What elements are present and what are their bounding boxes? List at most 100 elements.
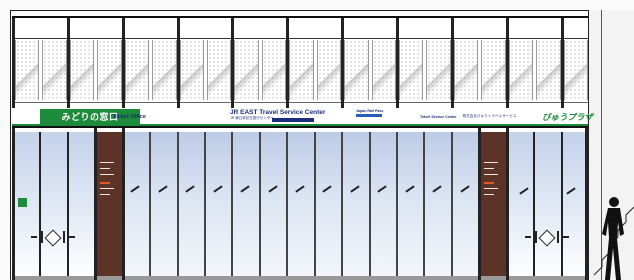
poster-text-line bbox=[484, 168, 495, 170]
jr-east-subtitle: JR 東日本訪日旅行センター bbox=[230, 116, 274, 120]
upper-glass-pane bbox=[261, 40, 287, 100]
left-door-hardware-handle bbox=[63, 231, 66, 243]
jr-east-title: JR EAST Travel Service Center bbox=[230, 109, 326, 116]
floor-line bbox=[12, 276, 588, 280]
travel-service-text: Travel Service Center bbox=[420, 114, 457, 119]
upper-glass-pane bbox=[42, 40, 67, 100]
upper-glass-pane bbox=[508, 40, 534, 100]
poster-text-line bbox=[100, 162, 115, 164]
storefront-glass-pane bbox=[451, 132, 480, 280]
upper-mullion bbox=[231, 18, 235, 108]
left-door-hardware-handle bbox=[41, 231, 44, 243]
view-plaza-sign: びゅうプラザ bbox=[542, 109, 594, 124]
jr-pass-bar bbox=[356, 114, 382, 117]
person-silhouette bbox=[602, 197, 624, 280]
storefront-glass-pane bbox=[397, 132, 425, 280]
upper-glass-pane bbox=[124, 40, 150, 100]
upper-glass-pane bbox=[371, 40, 396, 100]
upper-glass-pane bbox=[234, 40, 259, 100]
storefront-glass-pane bbox=[122, 132, 151, 280]
right-door-hardware-knob bbox=[562, 236, 569, 238]
left-door-hardware-knob bbox=[31, 236, 38, 238]
roof-frame bbox=[0, 0, 634, 11]
upper-glass-pane bbox=[563, 40, 588, 100]
ticket-office-text: Ticket Office bbox=[113, 113, 146, 120]
poster-text-line bbox=[100, 188, 115, 190]
upper-glass-pane bbox=[207, 40, 232, 100]
poster-text-line bbox=[484, 182, 495, 184]
upper-glass-pane bbox=[152, 40, 177, 100]
storefront-glass-pane bbox=[369, 132, 397, 280]
green-stripe bbox=[12, 124, 588, 126]
storefront-glass-pane bbox=[424, 132, 452, 280]
green-window-sign bbox=[18, 198, 27, 207]
poster-text-line bbox=[484, 162, 499, 164]
midori-sign-text: みどりの窓口 bbox=[61, 112, 119, 122]
upper-glass-pane bbox=[316, 40, 342, 100]
upper-glass-pane bbox=[289, 40, 314, 100]
station-facade-elevation: みどりの窓口 Ticket Office JR EAST Travel Serv… bbox=[0, 0, 634, 280]
jr-east-bar bbox=[272, 118, 314, 122]
upper-mullion bbox=[505, 18, 509, 108]
upper-glass-pane bbox=[179, 40, 204, 100]
upper-mullion bbox=[121, 18, 125, 108]
ticket-office-sign: Ticket Office bbox=[113, 109, 173, 124]
storefront-glass-pane bbox=[314, 132, 343, 280]
poster-text-line bbox=[100, 168, 111, 170]
storefront-glass-pane bbox=[259, 132, 288, 280]
storefront-column bbox=[478, 128, 482, 280]
upper-glass-pane bbox=[481, 40, 506, 100]
upper-mullion bbox=[176, 18, 180, 108]
storefront-column bbox=[94, 128, 98, 280]
upper-glass-pane bbox=[97, 40, 122, 100]
poster-panel bbox=[479, 132, 507, 280]
right-door-hardware-handle bbox=[534, 231, 537, 243]
glass-door bbox=[534, 132, 562, 280]
lower-storefront bbox=[12, 128, 589, 280]
upper-mullion bbox=[286, 18, 290, 108]
poster-text-line bbox=[100, 182, 111, 184]
upper-mullion bbox=[12, 18, 15, 108]
upper-glass-pane bbox=[426, 40, 451, 100]
left-wall-edge bbox=[0, 10, 11, 280]
upper-glass-pane bbox=[536, 40, 561, 100]
storefront-glass-pane bbox=[205, 132, 233, 280]
right-door-hardware-handle bbox=[556, 231, 559, 243]
upper-mullion bbox=[560, 18, 564, 108]
poster-panel bbox=[95, 132, 123, 280]
jr-east-travel-center-sign: JR EAST Travel Service Center JR 東日本訪日旅行… bbox=[230, 109, 348, 124]
travel-service-jp-text: 株式会社びゅうトラベルサービス bbox=[462, 114, 517, 118]
storefront-column bbox=[585, 128, 588, 280]
storefront-glass-pane bbox=[232, 132, 260, 280]
japan-rail-pass-sign: Japan Rail Pass bbox=[356, 109, 402, 124]
upper-glass-pane bbox=[344, 40, 369, 100]
glass-door bbox=[506, 132, 535, 280]
poster-text-line bbox=[100, 174, 115, 176]
upper-mullion bbox=[396, 18, 399, 108]
upper-mullion bbox=[341, 18, 345, 108]
storefront-column bbox=[12, 128, 15, 280]
glass-door bbox=[40, 132, 68, 280]
storefront-column bbox=[121, 128, 125, 280]
upper-transom bbox=[12, 38, 588, 39]
glass-door bbox=[67, 132, 96, 280]
signage-band: みどりの窓口 Ticket Office JR EAST Travel Serv… bbox=[12, 108, 593, 128]
travel-service-center-sign: Travel Service Center 株式会社びゅうトラベルサービス bbox=[420, 109, 530, 124]
storefront-glass-pane bbox=[287, 132, 315, 280]
storefront-glass-pane bbox=[177, 132, 205, 280]
poster-text-line bbox=[484, 194, 495, 196]
upper-glass-pane bbox=[15, 40, 40, 100]
storefront-glass-pane bbox=[342, 132, 370, 280]
upper-glass-pane bbox=[69, 40, 95, 100]
upper-glass-pane bbox=[399, 40, 424, 100]
poster-text-line bbox=[484, 174, 499, 176]
view-plaza-text: びゅうプラザ bbox=[542, 111, 593, 122]
right-door-hardware-knob bbox=[524, 236, 531, 238]
storefront-glass-pane bbox=[150, 132, 178, 280]
upper-glazing bbox=[12, 16, 588, 110]
left-door-hardware-knob bbox=[69, 236, 76, 238]
storefront-column bbox=[505, 128, 509, 280]
upper-glass-pane bbox=[453, 40, 479, 100]
upper-sill bbox=[12, 102, 588, 103]
upper-mullion bbox=[66, 18, 70, 108]
